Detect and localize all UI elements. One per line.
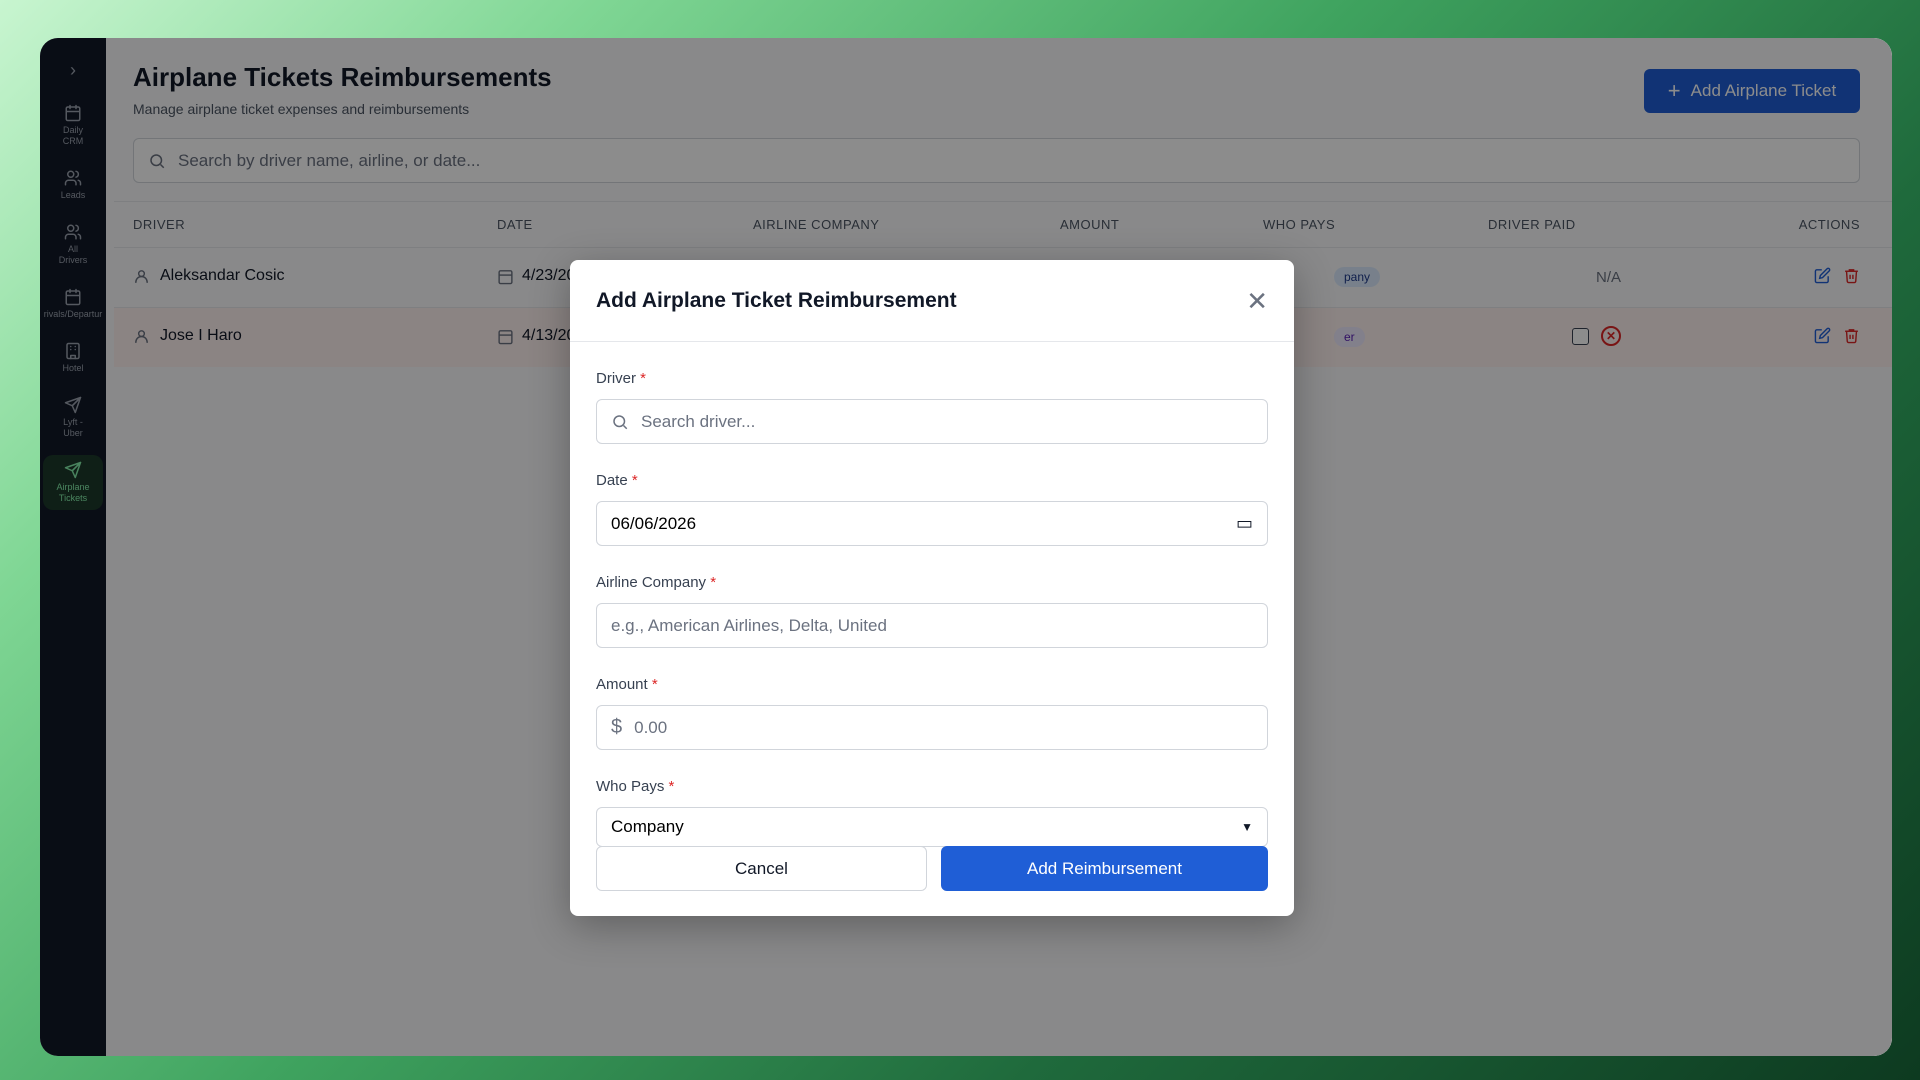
search-icon — [613, 414, 628, 429]
required-mark: * — [668, 778, 675, 795]
add-reimbursement-modal: Add Airplane Ticket Reimbursement ✕ Driv… — [570, 260, 1294, 916]
airline-label: Airline Company * — [596, 574, 1268, 592]
airline-field — [596, 603, 1268, 648]
date-label: Date * — [596, 472, 1268, 490]
who-pays-selected: Company — [611, 817, 684, 836]
required-mark: * — [651, 676, 658, 693]
amount-field: $ — [596, 705, 1268, 750]
required-mark: * — [710, 574, 717, 591]
driver-label: Driver * — [596, 370, 1268, 388]
required-mark: * — [640, 370, 647, 387]
who-pays-label: Who Pays * — [596, 778, 1268, 796]
date-input-value: 06/06/2026 — [611, 513, 697, 533]
modal-body: Driver * Date * 06/06/2026 ▭ Airline Com… — [570, 370, 1294, 847]
airline-input[interactable] — [611, 615, 1253, 636]
driver-search-input[interactable] — [641, 411, 1253, 432]
close-icon[interactable]: ✕ — [1246, 288, 1268, 314]
required-mark: * — [631, 472, 638, 489]
calendar-picker-icon[interactable]: ▭ — [1236, 513, 1253, 534]
chevron-down-icon: ▼ — [1241, 820, 1253, 834]
airline-label-text: Airline Company — [596, 574, 707, 591]
amount-label-text: Amount — [596, 676, 648, 693]
modal-header: Add Airplane Ticket Reimbursement ✕ — [570, 260, 1294, 342]
modal-actions: Cancel Add Reimbursement — [596, 846, 1268, 891]
cancel-button[interactable]: Cancel — [596, 846, 927, 891]
app-window: › Daily CRM Leads All Drivers rivals/Dep… — [40, 38, 1892, 1056]
driver-label-text: Driver — [596, 370, 636, 387]
who-pays-select[interactable]: Company ▼ — [596, 807, 1268, 847]
amount-input[interactable] — [634, 717, 1253, 738]
amount-label: Amount * — [596, 676, 1268, 694]
date-label-text: Date — [596, 472, 628, 489]
date-field[interactable]: 06/06/2026 ▭ — [596, 501, 1268, 546]
add-reimbursement-button[interactable]: Add Reimbursement — [941, 846, 1268, 891]
who-pays-label-text: Who Pays — [596, 778, 665, 795]
modal-title: Add Airplane Ticket Reimbursement — [596, 288, 957, 312]
driver-field — [596, 399, 1268, 444]
dollar-icon: $ — [611, 716, 623, 738]
